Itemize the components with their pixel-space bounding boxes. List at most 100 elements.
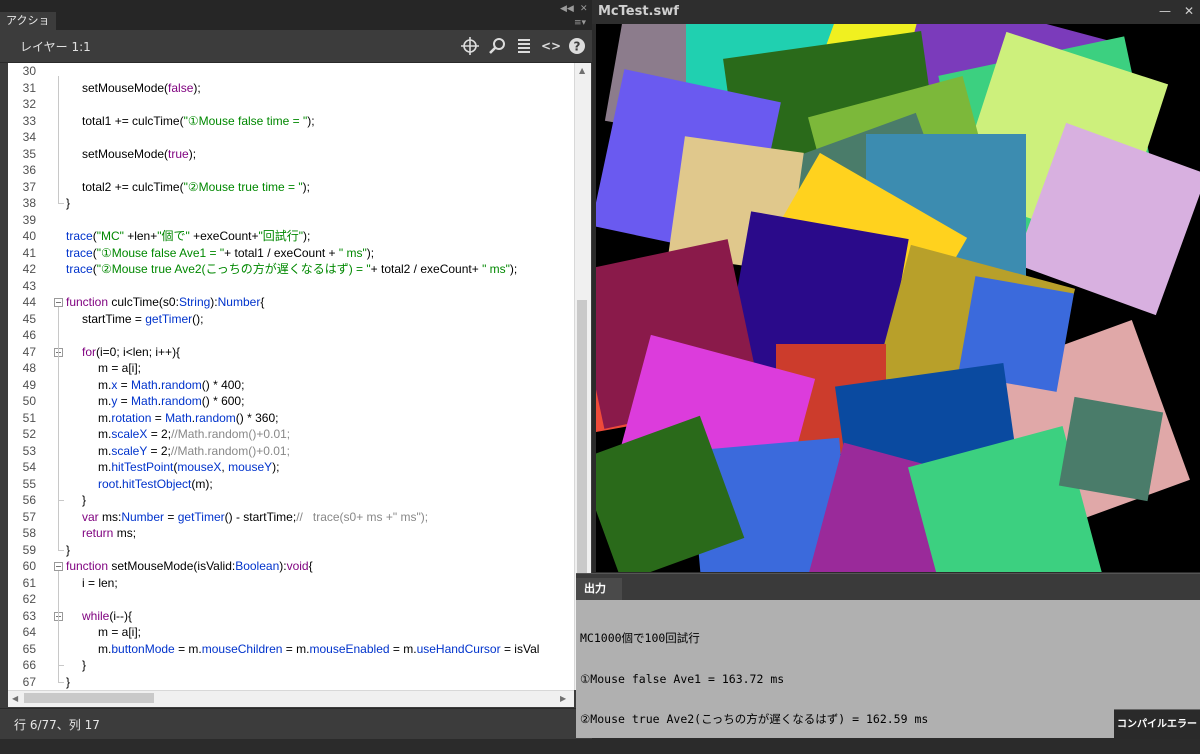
scroll-left-icon[interactable]: ◀ bbox=[12, 691, 18, 707]
code-token: = bbox=[117, 394, 132, 408]
tab-actions[interactable]: アクション bbox=[0, 12, 56, 45]
code-token: " ms" bbox=[338, 245, 367, 260]
code-line: } bbox=[66, 195, 70, 211]
code-token: Math bbox=[165, 410, 192, 425]
panel-menu-icon[interactable]: ≡▾ bbox=[574, 18, 586, 28]
line-number: 33 bbox=[22, 113, 36, 128]
code-token: var bbox=[82, 509, 99, 524]
code-token: Math bbox=[131, 394, 158, 408]
line-number: 48 bbox=[22, 361, 36, 375]
code-token: scaleY bbox=[111, 443, 148, 458]
code-token: "②Mouse true time = " bbox=[183, 179, 303, 194]
code-token: ); bbox=[509, 262, 518, 276]
help-icon[interactable]: ? bbox=[566, 35, 588, 57]
layer-label: レイヤー 1:1 bbox=[20, 40, 91, 54]
code-token: "MC" bbox=[96, 229, 124, 243]
code-line: m.buttonMode = m.mouseChildren = m.mouse… bbox=[98, 641, 539, 657]
fold-guide bbox=[58, 76, 59, 203]
code-token: = 2; bbox=[147, 443, 171, 458]
movieclip-square[interactable] bbox=[1058, 396, 1164, 502]
line-number: 40 bbox=[22, 229, 36, 243]
code-token: random bbox=[161, 377, 202, 392]
code-token: hitTestObject bbox=[122, 476, 192, 491]
code-token: random bbox=[195, 410, 236, 425]
code-line: m.y = Math.random() * 600; bbox=[98, 393, 244, 409]
code-line: function setMouseMode(isValid:Boolean):v… bbox=[66, 558, 313, 574]
code-brackets-icon[interactable]: <> bbox=[540, 35, 562, 57]
target-icon[interactable] bbox=[459, 35, 481, 57]
line-number: 52 bbox=[22, 427, 36, 441]
scroll-right-icon[interactable]: ▶ bbox=[560, 691, 566, 707]
line-number-gutter: 30 31 32 33 34 35 36 37 38 39 40 41 42 43 44 45 46 47 48 49… bbox=[8, 63, 50, 690]
code-token: = m. bbox=[389, 641, 417, 656]
fold-guide-end bbox=[58, 665, 64, 666]
code-token: random bbox=[161, 394, 202, 408]
line-number: 57 bbox=[22, 509, 36, 524]
code-token: total1 += culcTime( bbox=[82, 113, 184, 128]
code-token: Math bbox=[131, 377, 158, 392]
code-line: } bbox=[66, 542, 70, 558]
code-token: () * 400; bbox=[201, 377, 245, 392]
swf-titlebar: McTest.swf — ✕ bbox=[592, 0, 1200, 24]
code-token: ); bbox=[307, 113, 315, 128]
code-token: "個で" bbox=[157, 229, 190, 243]
code-token: (); bbox=[192, 311, 204, 326]
line-number: 58 bbox=[22, 526, 36, 540]
code-token: m. bbox=[98, 443, 112, 458]
code-token: } bbox=[66, 542, 71, 557]
swf-stage[interactable] bbox=[596, 24, 1200, 572]
close-button[interactable]: ✕ bbox=[1176, 2, 1200, 20]
code-line: trace("MC" +len+"個で" +exeCount+"回試行"); bbox=[66, 228, 310, 244]
code-token: ): bbox=[279, 559, 287, 573]
code-token: mouseY bbox=[228, 460, 273, 474]
fold-guide-end bbox=[58, 549, 64, 551]
code-token: Boolean bbox=[235, 559, 280, 573]
list-icon[interactable] bbox=[513, 35, 535, 57]
code-token: + total2 / exeCount+ bbox=[370, 262, 483, 276]
code-token: m. bbox=[98, 410, 112, 425]
code-token: } bbox=[66, 674, 71, 689]
code-line: trace("①Mouse false Ave1 = "+ total1 / e… bbox=[66, 245, 374, 261]
fold-toggle-icon[interactable] bbox=[54, 562, 63, 571]
code-token: = bbox=[151, 410, 166, 425]
collapse-panel-icon[interactable]: ◀◀ bbox=[560, 4, 574, 14]
code-token: while bbox=[82, 608, 110, 623]
code-token: setMouseMode( bbox=[82, 80, 169, 95]
horizontal-scroll-thumb[interactable] bbox=[24, 693, 154, 703]
actions-toolbar: レイヤー 1:1 <> ? bbox=[0, 30, 592, 63]
tab-output[interactable]: 出力 bbox=[576, 578, 622, 600]
code-token: m = a[i]; bbox=[98, 361, 142, 375]
svg-text:?: ? bbox=[574, 40, 581, 54]
line-number: 47 bbox=[22, 344, 36, 359]
search-icon[interactable] bbox=[486, 35, 508, 57]
code-token: { bbox=[308, 559, 313, 573]
line-number: 61 bbox=[22, 575, 36, 590]
tab-compile-errors[interactable]: コンパイルエラー bbox=[1114, 709, 1200, 739]
fold-toggle-icon[interactable] bbox=[54, 298, 63, 307]
code-token: scaleX bbox=[111, 427, 148, 441]
fold-guide-end bbox=[58, 203, 64, 204]
code-token: m. bbox=[98, 427, 112, 441]
line-number: 46 bbox=[22, 328, 36, 342]
code-token: mouseX bbox=[177, 460, 222, 474]
code-editor[interactable]: 30 31 32 33 34 35 36 37 38 39 40 41 42 43 44 45 46 47 48 49… bbox=[8, 63, 574, 690]
line-number: 53 bbox=[22, 443, 36, 458]
line-number: 51 bbox=[22, 410, 36, 425]
code-token: () * 600; bbox=[201, 394, 245, 408]
output-tabbar: 出力 bbox=[576, 573, 1200, 600]
scroll-up-icon[interactable]: ▲ bbox=[579, 63, 585, 79]
close-panel-icon[interactable]: ✕ bbox=[580, 4, 588, 14]
code-token: trace bbox=[66, 262, 93, 276]
actions-tabbar: アクション ◀◀ ✕ ≡▾ bbox=[0, 0, 592, 45]
code-line: } bbox=[82, 657, 86, 673]
minimize-button[interactable]: — bbox=[1152, 2, 1178, 20]
code-line: setMouseMode(false); bbox=[82, 80, 201, 96]
code-token: "②Mouse true Ave2(こっちの方が遅くなるはず) = " bbox=[96, 262, 371, 276]
line-number: 63 bbox=[22, 608, 36, 623]
code-token: " ms" bbox=[482, 262, 510, 276]
code-token: ); bbox=[366, 245, 375, 260]
line-number: 64 bbox=[22, 625, 36, 639]
line-number: 62 bbox=[22, 592, 36, 606]
code-line: root.hitTestObject(m); bbox=[98, 476, 213, 492]
actions-panel: アクション ◀◀ ✕ ≡▾ レイヤー 1:1 bbox=[0, 0, 592, 739]
